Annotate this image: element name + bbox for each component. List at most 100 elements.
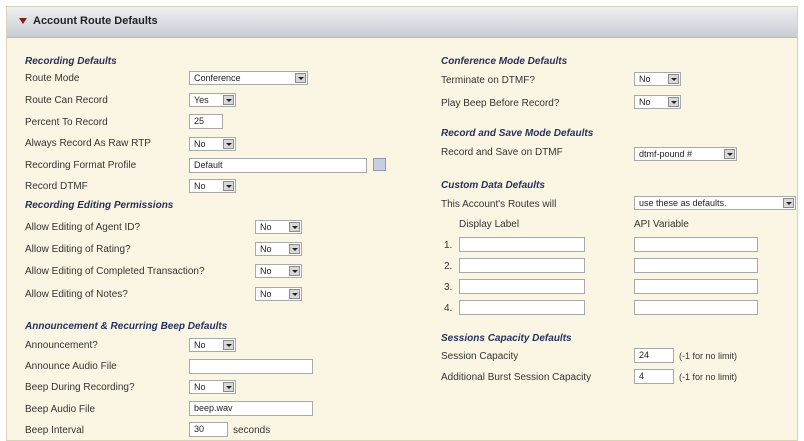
dropdown-arrow-icon <box>223 181 234 191</box>
announcement-value: No <box>194 340 206 350</box>
account-route-defaults-panel: Account Route Defaults Recording Default… <box>6 6 798 441</box>
custom-display-label-input[interactable] <box>459 300 585 315</box>
custom-row-number: 4. <box>444 303 453 314</box>
custom-row-number: 1. <box>444 240 453 251</box>
beep-interval-value: 30 <box>194 424 205 434</box>
custom-display-label-input[interactable] <box>459 258 585 273</box>
terminate-dtmf-value: No <box>639 74 651 84</box>
custom-api-variable-input[interactable] <box>634 237 758 252</box>
edit-notes-select[interactable]: No <box>255 287 302 301</box>
beep-during-recording-label: Beep During Recording? <box>25 382 135 393</box>
beep-during-recording-select[interactable]: No <box>189 380 236 394</box>
burst-capacity-input[interactable]: 4 <box>634 369 674 384</box>
recording-format-label: Recording Format Profile <box>25 160 137 171</box>
record-dtmf-value: No <box>194 181 206 191</box>
edit-agent-id-value: No <box>260 222 272 232</box>
edit-rating-label: Allow Editing of Rating? <box>25 244 131 255</box>
beep-interval-label: Beep Interval <box>25 425 84 436</box>
route-can-record-select[interactable]: Yes <box>189 93 236 107</box>
announcement-heading: Announcement & Recurring Beep Defaults <box>25 321 228 332</box>
custom-display-label-input[interactable] <box>459 237 585 252</box>
route-can-record-value: Yes <box>194 95 209 105</box>
edit-rating-value: No <box>260 244 272 254</box>
announce-audio-input[interactable] <box>189 359 313 374</box>
dropdown-arrow-icon <box>289 222 300 232</box>
edit-rating-select[interactable]: No <box>255 242 302 256</box>
beep-audio-file-input[interactable]: beep.wav <box>189 401 313 416</box>
api-variable-header: API Variable <box>634 219 689 230</box>
custom-api-variable-input[interactable] <box>634 279 758 294</box>
dropdown-arrow-icon <box>223 139 234 149</box>
custom-api-variable-input[interactable] <box>634 258 758 273</box>
dropdown-arrow-icon <box>223 95 234 105</box>
burst-capacity-label: Additional Burst Session Capacity <box>441 372 592 383</box>
edit-agent-id-label: Allow Editing of Agent ID? <box>25 222 141 233</box>
play-beep-value: No <box>639 97 651 107</box>
sessions-capacity-heading: Sessions Capacity Defaults <box>441 333 572 344</box>
route-mode-value: Conference <box>194 73 241 83</box>
custom-row-number: 3. <box>444 282 453 293</box>
record-dtmf-label: Record DTMF <box>25 181 88 192</box>
session-capacity-note: (-1 for no limit) <box>679 351 738 361</box>
session-capacity-value: 24 <box>639 350 650 360</box>
raw-rtp-value: No <box>194 139 206 149</box>
format-profile-picker-icon[interactable] <box>373 158 386 171</box>
percent-to-record-input[interactable]: 25 <box>189 114 223 129</box>
beep-audio-file-label: Beep Audio File <box>25 404 96 415</box>
dropdown-arrow-icon <box>724 149 735 159</box>
edit-agent-id-select[interactable]: No <box>255 220 302 234</box>
dropdown-arrow-icon <box>223 340 234 350</box>
editing-permissions-heading: Recording Editing Permissions <box>25 200 174 211</box>
route-mode-select[interactable]: Conference <box>189 71 308 85</box>
raw-rtp-label: Always Record As Raw RTP <box>25 138 151 149</box>
dropdown-arrow-icon <box>668 74 679 84</box>
beep-during-recording-value: No <box>194 382 206 392</box>
percent-to-record-value: 25 <box>194 116 205 126</box>
dropdown-arrow-icon <box>289 289 300 299</box>
edit-notes-label: Allow Editing of Notes? <box>25 289 128 300</box>
record-save-dtmf-select[interactable]: dtmf-pound # <box>634 147 737 161</box>
panel-title: Account Route Defaults <box>33 15 158 27</box>
raw-rtp-select[interactable]: No <box>189 137 236 151</box>
announcement-select[interactable]: No <box>189 338 236 352</box>
announcement-label: Announcement? <box>25 340 98 351</box>
session-capacity-label: Session Capacity <box>441 351 519 362</box>
record-save-heading: Record and Save Mode Defaults <box>441 128 594 139</box>
terminate-dtmf-label: Terminate on DTMF? <box>441 75 535 86</box>
terminate-dtmf-select[interactable]: No <box>634 72 681 86</box>
route-mode-label: Route Mode <box>25 73 80 84</box>
edit-completed-value: No <box>260 266 272 276</box>
recording-defaults-heading: Recording Defaults <box>25 56 117 67</box>
record-save-dtmf-value: dtmf-pound # <box>639 149 693 159</box>
record-save-dtmf-label: Record and Save on DTMF <box>441 147 563 158</box>
beep-interval-input[interactable]: 30 <box>189 422 228 437</box>
routes-will-label: This Account's Routes will <box>441 199 557 210</box>
route-can-record-label: Route Can Record <box>25 95 108 106</box>
custom-api-variable-input[interactable] <box>634 300 758 315</box>
announce-audio-label: Announce Audio File <box>25 361 117 372</box>
routes-will-value: use these as defaults. <box>639 198 727 208</box>
dropdown-arrow-icon <box>289 244 300 254</box>
panel-header[interactable]: Account Route Defaults <box>7 7 797 38</box>
custom-row-number: 2. <box>444 261 453 272</box>
dropdown-arrow-icon <box>783 198 794 208</box>
edit-notes-value: No <box>260 289 272 299</box>
collapse-triangle-icon[interactable] <box>19 18 27 24</box>
play-beep-select[interactable]: No <box>634 95 681 109</box>
dropdown-arrow-icon <box>295 73 306 83</box>
dropdown-arrow-icon <box>223 382 234 392</box>
custom-display-label-input[interactable] <box>459 279 585 294</box>
record-dtmf-select[interactable]: No <box>189 179 236 193</box>
dropdown-arrow-icon <box>289 266 300 276</box>
beep-interval-unit: seconds <box>233 425 271 436</box>
play-beep-label: Play Beep Before Record? <box>441 98 560 109</box>
custom-data-heading: Custom Data Defaults <box>441 180 545 191</box>
routes-will-select[interactable]: use these as defaults. <box>634 196 796 210</box>
burst-capacity-value: 4 <box>639 371 645 381</box>
session-capacity-input[interactable]: 24 <box>634 348 674 363</box>
recording-format-input[interactable]: Default <box>189 158 367 173</box>
edit-completed-select[interactable]: No <box>255 264 302 278</box>
beep-audio-file-value: beep.wav <box>194 403 233 413</box>
dropdown-arrow-icon <box>668 97 679 107</box>
conference-mode-heading: Conference Mode Defaults <box>441 56 568 67</box>
